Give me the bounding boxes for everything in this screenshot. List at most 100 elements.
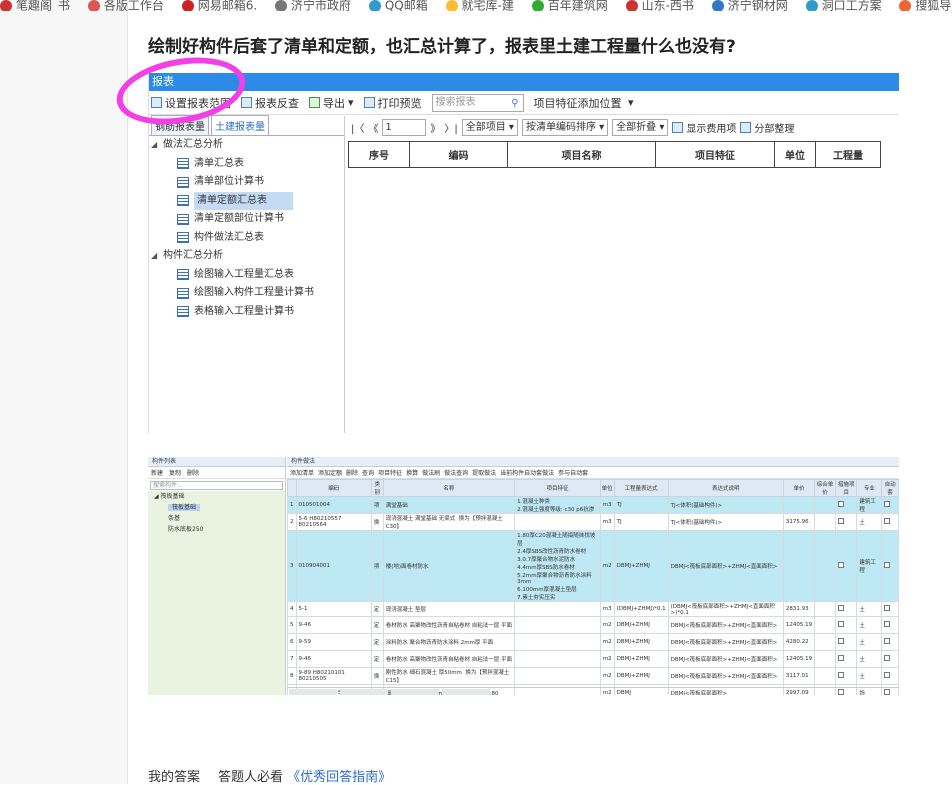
measure-checkbox[interactable] — [837, 605, 844, 611]
component-group[interactable]: ◢ 筏板基础 — [148, 491, 285, 502]
auto-checkbox[interactable] — [884, 605, 891, 611]
feature-cell[interactable] — [514, 601, 601, 617]
code-cell[interactable]: 5-1 — [295, 601, 372, 617]
column-header[interactable]: 工程量表达式 — [613, 479, 669, 497]
expr-cell[interactable]: DBMJ+ZHMJ — [613, 530, 669, 602]
bookmark[interactable]: 山东-西书 — [625, 0, 694, 11]
major-cell[interactable]: 建筑工程 — [856, 530, 883, 602]
name-cell[interactable]: 涂料防水 聚合物沥青防水涂料 2mm厚 平面 — [382, 633, 516, 651]
prev-page-icon[interactable]: 《 — [368, 120, 378, 135]
type-cell[interactable]: 项 — [370, 530, 384, 602]
bookmark[interactable]: QQ邮箱 — [368, 0, 428, 11]
desc-cell[interactable]: DBMJ<筏板底部面积>+ZHMJ<直面面积> — [667, 633, 784, 651]
measure-cell[interactable] — [834, 601, 858, 617]
type-cell[interactable]: 项 — [370, 496, 384, 514]
code-cell[interactable]: 9-46 — [295, 650, 372, 668]
tab-civil[interactable]: 土建报表量 — [211, 115, 269, 135]
auto-cell[interactable] — [881, 633, 899, 651]
measure-cell[interactable] — [834, 633, 858, 651]
price-cell[interactable] — [782, 530, 816, 602]
feature-cell[interactable] — [514, 633, 601, 651]
bookmark[interactable]: 搜狐导航 — [899, 0, 952, 11]
bookmark[interactable]: 网易邮箱6. — [181, 0, 257, 11]
auto-checkbox[interactable] — [884, 621, 891, 627]
unit-cell[interactable]: m2 — [599, 530, 615, 602]
name-cell[interactable]: 现浇混凝土 垫层 — [382, 601, 516, 617]
name-cell[interactable]: 满堂基础 — [382, 496, 516, 514]
table-row[interactable]: 7 9-46 定 卷材防水 高聚物改性沥青自粘卷材 自粘法一层 平面 m2 DB… — [287, 650, 899, 668]
expr-cell[interactable]: DBMJ+ZHMJ — [613, 650, 669, 668]
column-header[interactable]: 编码 — [295, 479, 372, 497]
expr-cell[interactable]: DBMJ+ZHMJ — [613, 616, 669, 634]
method-query-button[interactable]: 做法查询 — [444, 468, 468, 477]
type-cell[interactable]: 定 — [370, 601, 384, 617]
column-header[interactable]: 单位 — [774, 141, 816, 168]
major-cell[interactable]: 土 — [856, 650, 883, 668]
tree-group-component[interactable]: ◢ 构件汇总分析 — [149, 247, 344, 266]
column-header[interactable]: 项目特征 — [514, 479, 601, 497]
feature-button[interactable]: 项目特征 — [378, 468, 402, 477]
auto-checkbox[interactable] — [884, 501, 891, 507]
component-item-selected[interactable]: 筏板基础 — [148, 502, 285, 513]
feature-cell[interactable]: 1.混凝土种类 2.混凝土强度等级: c30 p6抗渗 — [514, 496, 601, 514]
table-row[interactable]: 4 5-1 定 现浇混凝土 垫层 m3 (DBMJ+ZHMJ)*0.1 (DBM… — [287, 601, 899, 617]
expr-cell[interactable]: (DBMJ+ZHMJ)*0.1 — [613, 601, 669, 617]
measure-checkbox[interactable] — [837, 562, 844, 568]
auto-cell[interactable] — [881, 601, 899, 617]
split-button[interactable]: 分部整理 — [740, 120, 794, 135]
fold-dropdown[interactable]: 全部折叠 ▾ — [612, 118, 669, 136]
answer-guide-link[interactable]: 《优秀回答指南》 — [287, 770, 391, 785]
name-cell[interactable]: 卷材防水 高聚物改性沥青自粘卷材 自粘法一层 平面 — [382, 650, 516, 668]
column-header[interactable]: 类别 — [370, 479, 384, 497]
add-quota-button[interactable]: 添加定额 — [318, 468, 342, 477]
tree-item[interactable]: 构件做法汇总表 — [149, 229, 344, 248]
measure-cell[interactable] — [834, 513, 858, 531]
column-header[interactable]: 单价 — [782, 479, 816, 497]
unit-cell[interactable]: m2 — [599, 633, 615, 651]
desc-cell[interactable]: TJ<体积(基础构件)> — [667, 496, 784, 514]
column-header[interactable]: 表达式说明 — [667, 479, 784, 497]
feature-cell[interactable]: 1.80厚C20混凝土随捣随抹找坡层 2.4厚SBS改性沥青防水卷材 3.0.7… — [514, 530, 601, 602]
bookmark[interactable]: 百年建筑网 — [531, 0, 608, 11]
delete-button[interactable]: 删除 — [346, 468, 358, 477]
measure-checkbox[interactable] — [837, 655, 844, 661]
tree-item[interactable]: 绘图输入构件工程量计算书 — [149, 284, 344, 303]
feature-cell[interactable] — [514, 650, 601, 668]
bookmark[interactable]: 济宁钢材网 — [711, 0, 788, 11]
query-button[interactable]: 查询 — [362, 468, 374, 477]
total-price-cell[interactable] — [814, 667, 836, 685]
last-page-icon[interactable]: 〉| — [444, 120, 457, 135]
column-header[interactable]: 序号 — [348, 141, 410, 168]
expr-cell[interactable]: DBMJ+ZHMJ — [613, 667, 669, 685]
bookmark[interactable]: 各版工作台 — [87, 0, 164, 11]
unit-cell[interactable]: m3 — [599, 513, 615, 531]
tree-item-selected[interactable]: 清单定额汇总表 — [149, 191, 344, 211]
name-cell[interactable]: 楼(地)面卷材防水 — [382, 530, 516, 602]
bookmark[interactable]: 济宁市政府 — [274, 0, 351, 11]
copy-button[interactable]: 复制 — [169, 468, 181, 477]
measure-cell[interactable] — [834, 650, 858, 668]
auto-cell[interactable] — [881, 616, 899, 634]
total-price-cell[interactable] — [814, 496, 836, 514]
feature-cell[interactable] — [514, 616, 601, 634]
extract-button[interactable]: 提取做法 — [472, 468, 496, 477]
desc-cell[interactable]: (DBMJ<筏板底部面积>+ZHMJ<直面面积>)*0.1 — [667, 601, 784, 617]
tree-item[interactable]: 表格输入工程量计算书 — [149, 303, 344, 322]
code-cell[interactable]: 9-46 — [295, 616, 372, 634]
auto-checkbox[interactable] — [884, 655, 891, 661]
print-preview-button[interactable]: 打印预览 — [363, 95, 422, 111]
feature-cell[interactable] — [514, 513, 601, 531]
major-cell[interactable]: 建筑工程 — [856, 496, 883, 514]
major-cell[interactable]: 土 — [856, 601, 883, 617]
measure-cell[interactable] — [834, 616, 858, 634]
price-cell[interactable] — [782, 496, 816, 514]
type-cell[interactable]: 换 — [370, 513, 384, 531]
component-search-input[interactable]: 搜索构件... — [150, 481, 283, 490]
table-row[interactable]: 6 9-59 定 涂料防水 聚合物沥青防水涂料 2mm厚 平面 m2 DBMJ+… — [287, 633, 899, 651]
auto-checkbox[interactable] — [884, 562, 891, 568]
code-cell[interactable]: 5-6 H80210557 80210564 — [295, 513, 372, 531]
type-cell[interactable]: 定 — [370, 616, 384, 634]
price-cell[interactable]: 3117.01 — [782, 667, 816, 685]
component-item[interactable]: 条基 — [148, 513, 285, 524]
measure-checkbox[interactable] — [837, 672, 844, 678]
